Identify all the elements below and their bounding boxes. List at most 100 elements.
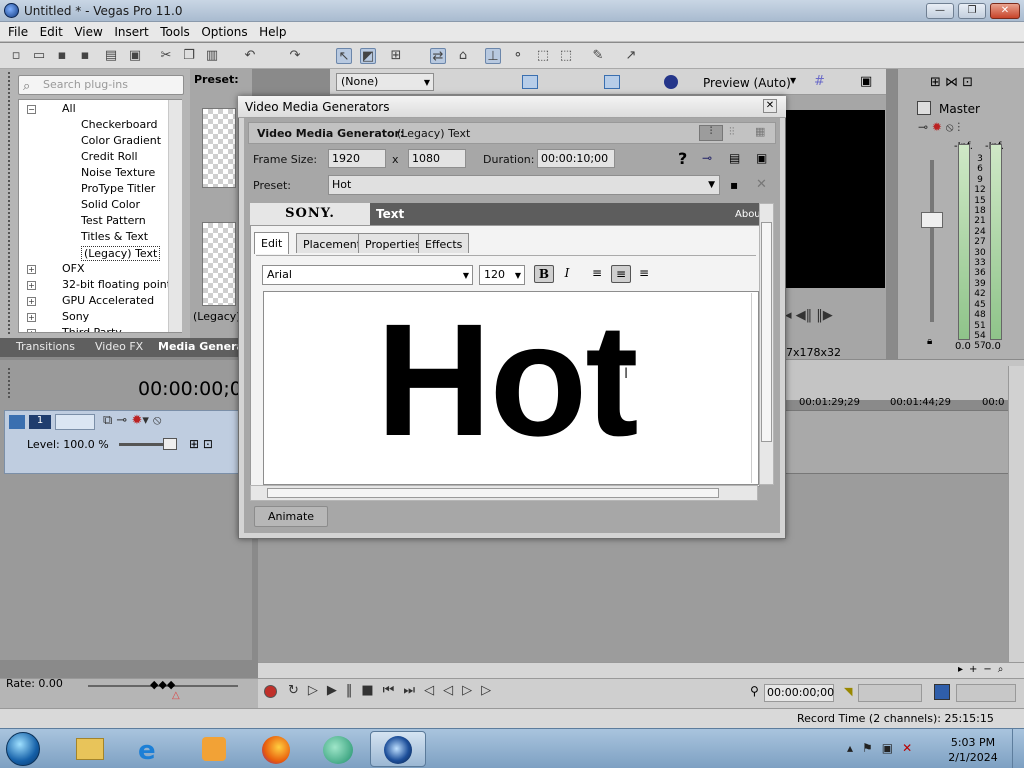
maximize-button[interactable]: ❐: [958, 3, 986, 19]
minimize-button[interactable]: —: [926, 3, 954, 19]
new-project-icon[interactable]: ▫: [8, 48, 24, 64]
app-taskbar-button[interactable]: [310, 731, 366, 767]
font-size-select[interactable]: 120 ▼: [479, 265, 525, 285]
tab-effects[interactable]: Effects: [418, 233, 470, 253]
track-composite-icons[interactable]: ⊞ ⊡: [189, 437, 213, 451]
zoom-controls-icons[interactable]: ▸+−⌕: [958, 664, 1009, 675]
copy-snapshot-icon[interactable]: ▣: [860, 74, 872, 89]
lock-icon[interactable]: 🔒︎: [927, 336, 932, 347]
track-expand-icon[interactable]: [9, 415, 25, 429]
plugin-chain-icon[interactable]: ▣: [756, 151, 767, 165]
tree-item[interactable]: (Legacy) Text: [81, 246, 161, 261]
tab-media-generators[interactable]: Media Genera: [158, 340, 244, 353]
auto-crossfade-icon[interactable]: ⊥: [485, 48, 501, 64]
media-player-taskbar-button[interactable]: [186, 731, 242, 767]
menu-options[interactable]: Options: [193, 22, 247, 39]
font-family-select[interactable]: Arial ▼: [262, 265, 473, 285]
zoom-tool-icon[interactable]: ⬚: [558, 48, 574, 64]
region-icon[interactable]: [934, 684, 950, 700]
tray-icons[interactable]: ▴⚑▣✕: [847, 741, 921, 755]
tree-expander-icon[interactable]: +: [27, 265, 36, 274]
redo-icon[interactable]: ↷: [287, 48, 303, 64]
record-button[interactable]: [264, 685, 277, 698]
search-plugins-input[interactable]: Search plug-ins ⌕: [18, 75, 184, 95]
enable-snapping-icon[interactable]: ⊞: [388, 48, 404, 64]
mixer-icon[interactable]: ⊞ ⋈ ⊡: [930, 75, 973, 90]
taskbar-clock[interactable]: 5:03 PM 2/1/2024: [940, 735, 1006, 765]
view-grid-icon[interactable]: ▦: [755, 125, 765, 138]
envelope-tool-icon[interactable]: ◩: [360, 48, 376, 64]
timeline-vertical-scrollbar[interactable]: [1008, 366, 1024, 662]
tree-item[interactable]: Test Pattern: [81, 214, 146, 227]
render-icon[interactable]: ▤: [103, 48, 119, 64]
cut-icon[interactable]: ✂: [158, 48, 174, 64]
close-button[interactable]: ✕: [990, 3, 1020, 19]
delete-preset-icon[interactable]: ✕: [756, 177, 767, 192]
ignore-grouping-icon[interactable]: ⚬: [510, 48, 526, 64]
tree-item[interactable]: ProType Titler: [81, 182, 155, 195]
bold-button[interactable]: B: [534, 265, 554, 283]
transport-time-field[interactable]: 00:00:00;00: [764, 684, 834, 702]
video-track-header[interactable]: 1 ⧉ ⊸ ✹▾ ⦸ Level: 100.0 % ⊞ ⊡: [4, 410, 252, 474]
preview-none-select[interactable]: (None) ▼: [336, 73, 434, 91]
preview-quality-select[interactable]: Preview (Auto): [703, 76, 791, 90]
tree-item[interactable]: Sony: [62, 310, 89, 323]
preset-select[interactable]: Hot ▼: [328, 175, 720, 195]
transport-controls[interactable]: ↻▷▶‖■⏮⏭◁◁▷▷: [288, 683, 500, 698]
save-as-icon[interactable]: ▪: [77, 48, 93, 64]
tree-item[interactable]: Color Gradient: [81, 134, 161, 147]
tree-item[interactable]: Titles & Text: [81, 230, 148, 243]
frame-width-field[interactable]: 1920: [328, 149, 386, 168]
view-list-icon[interactable]: ⫶: [699, 125, 723, 141]
ie-taskbar-button[interactable]: e: [124, 731, 180, 767]
tab-transitions[interactable]: Transitions: [16, 340, 75, 353]
vegas-app-icon[interactable]: [4, 3, 19, 18]
keyframe-icon[interactable]: ⊸: [702, 151, 712, 165]
track-name-field[interactable]: [55, 414, 95, 430]
tree-item[interactable]: OFX: [62, 262, 85, 275]
tree-expander-icon[interactable]: −: [27, 105, 36, 114]
tree-expander-icon[interactable]: +: [27, 297, 36, 306]
paste-icon[interactable]: ▥: [204, 48, 220, 64]
track-level-handle[interactable]: [163, 438, 177, 450]
preset-thumbnail[interactable]: [202, 108, 236, 188]
explorer-taskbar-button[interactable]: [62, 731, 118, 767]
master-fx-icons[interactable]: ⊸ ✹ ⦸ ⫶: [918, 120, 960, 135]
plugin-tree[interactable]: − All Checkerboard Color Gradient Credit Rol…: [18, 99, 182, 333]
preview-frame-nav-icon[interactable]: ◂ ◀‖ ‖▶: [785, 308, 833, 323]
lock-envelopes-icon[interactable]: ⌂: [455, 48, 471, 64]
tree-item[interactable]: Checkerboard: [81, 118, 158, 131]
dialog-close-button[interactable]: ✕: [763, 99, 777, 113]
tree-expander-icon[interactable]: +: [27, 313, 36, 322]
scrollbar-thumb[interactable]: [267, 488, 719, 498]
animate-button[interactable]: Animate: [254, 506, 328, 527]
whats-this-help-icon[interactable]: ↗: [623, 48, 639, 64]
timeline-grip[interactable]: [8, 368, 14, 398]
start-button[interactable]: [6, 732, 40, 766]
tree-item[interactable]: GPU Accelerated: [62, 294, 154, 307]
master-fader-track[interactable]: [930, 160, 934, 322]
tree-expander-icon[interactable]: +: [27, 329, 36, 332]
tree-item[interactable]: Third Party: [62, 326, 122, 332]
firefox-taskbar-button[interactable]: [248, 731, 304, 767]
split-screen-icon[interactable]: [664, 75, 678, 89]
tree-item[interactable]: Credit Roll: [81, 150, 138, 163]
tree-item[interactable]: All: [62, 102, 76, 115]
normal-edit-tool-icon[interactable]: ↖: [336, 48, 352, 64]
tab-video-fx[interactable]: Video FX: [95, 340, 143, 353]
marker-flag-icon[interactable]: ◥: [844, 685, 852, 698]
scrollbar-thumb[interactable]: [761, 222, 772, 442]
preset-thumbnail[interactable]: [202, 222, 236, 306]
show-desktop-button[interactable]: [1012, 729, 1024, 768]
menu-file[interactable]: File: [0, 22, 28, 39]
tree-scrollbar[interactable]: [168, 100, 182, 332]
auto-ripple-icon[interactable]: ⇄: [430, 48, 446, 64]
tab-edit[interactable]: Edit: [254, 232, 290, 254]
preview-window-icon[interactable]: [522, 75, 538, 89]
open-folder-icon[interactable]: ▭: [31, 48, 47, 64]
region-length-field[interactable]: [956, 684, 1016, 702]
align-center-icon[interactable]: ≡: [611, 265, 631, 283]
vegas-taskbar-button[interactable]: [370, 731, 426, 767]
dialog-title-bar[interactable]: Video Media Generators: [238, 96, 786, 118]
help-icon[interactable]: ?: [678, 149, 687, 168]
